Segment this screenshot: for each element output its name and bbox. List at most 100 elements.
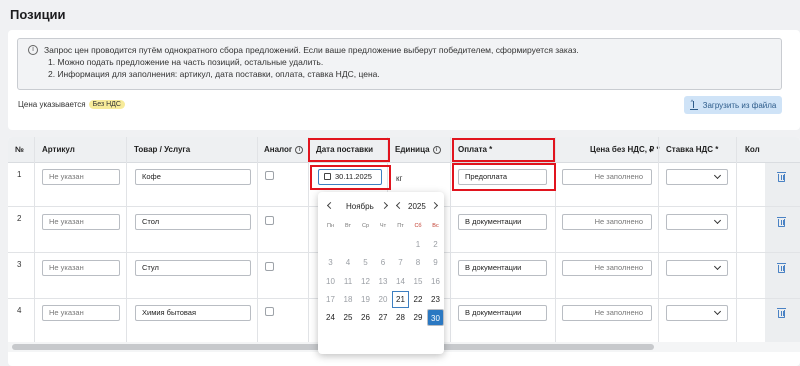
calendar-day[interactable]: 15: [410, 273, 427, 290]
weekday-label: Сб: [414, 223, 422, 229]
calendar-day[interactable]: 22: [410, 291, 427, 308]
col-qty: Кол: [745, 145, 760, 154]
weekday-label: Вс: [432, 223, 439, 229]
unit-info-icon[interactable]: i: [432, 145, 441, 154]
row-number: 2: [17, 214, 22, 223]
unit-value: кг: [396, 174, 403, 183]
highlight-delivery-date: [308, 138, 390, 162]
col-product: Товар / Услуга: [134, 145, 191, 154]
calendar-day[interactable]: 16: [427, 273, 444, 290]
highlight-date-input: [310, 165, 391, 190]
calendar-day[interactable]: 26: [357, 309, 374, 326]
chevron-down-icon: [713, 216, 722, 225]
vat-badge: Без НДС: [88, 100, 125, 109]
calendar-day[interactable]: 12: [357, 273, 374, 290]
calendar-day[interactable]: 23: [427, 291, 444, 308]
calendar-day[interactable]: 18: [340, 291, 357, 308]
product-input[interactable]: Стол: [135, 214, 251, 230]
date-picker-popup: Ноябрь 2025 Пн Вт Ср Чт Пт Сб Вс 1 2 3 4 5 6 7 8 9 10 11…: [318, 192, 444, 354]
article-input[interactable]: Не указан: [42, 169, 120, 185]
price-input[interactable]: Не заполнено: [562, 260, 652, 276]
vat-select[interactable]: [666, 305, 728, 321]
info-card: i Запрос цен проводится путём однократно…: [8, 30, 800, 130]
weekday-label: Чт: [379, 223, 387, 229]
calendar-day[interactable]: 7: [392, 254, 409, 271]
calendar-day[interactable]: 28: [392, 309, 409, 326]
calendar-day[interactable]: 9: [427, 254, 444, 271]
calendar-day[interactable]: 24: [322, 309, 339, 326]
price-input[interactable]: Не заполнено: [562, 214, 652, 230]
price-note: Цена указывается Без НДС: [18, 100, 125, 109]
calendar-day[interactable]: 27: [375, 309, 392, 326]
payment-input[interactable]: В документации: [458, 260, 547, 276]
price-note-label: Цена указывается: [18, 100, 86, 109]
row-number: 3: [17, 260, 22, 269]
upload-from-file-button[interactable]: ^ Загрузить из файла: [684, 96, 782, 114]
col-unit: Единица i: [395, 137, 441, 163]
analog-info-icon[interactable]: i: [295, 145, 304, 154]
weekday-label: Вт: [344, 223, 351, 229]
calendar-day[interactable]: 20: [375, 291, 392, 308]
analog-checkbox[interactable]: [265, 262, 274, 271]
delete-icon[interactable]: [777, 217, 786, 227]
row-number: 4: [17, 306, 22, 315]
calendar-day[interactable]: 11: [340, 273, 357, 290]
calendar-day[interactable]: 13: [375, 273, 392, 290]
calendar-day[interactable]: 14: [392, 273, 409, 290]
col-article: Артикул: [42, 145, 75, 154]
analog-checkbox[interactable]: [265, 307, 274, 316]
product-input[interactable]: Стул: [135, 260, 251, 276]
payment-input[interactable]: В документации: [458, 305, 547, 321]
prev-year-icon[interactable]: [395, 201, 404, 210]
delete-icon[interactable]: [777, 263, 786, 273]
weekday-label: Ср: [361, 223, 370, 229]
calendar-day[interactable]: 2: [427, 236, 444, 253]
notice-text: Запрос цен проводится путём однократного…: [44, 45, 579, 55]
prev-month-icon[interactable]: [326, 201, 335, 210]
article-input[interactable]: Не указан: [42, 305, 120, 321]
calendar-day[interactable]: 8: [410, 254, 427, 271]
calendar-day[interactable]: 6: [375, 254, 392, 271]
notice-item-1: 1. Можно подать предложение на часть поз…: [48, 57, 324, 67]
weekday-label: Пт: [397, 223, 404, 229]
chevron-down-icon: [713, 262, 722, 271]
calendar-day[interactable]: 1: [410, 236, 427, 253]
next-year-icon[interactable]: [430, 201, 439, 210]
payment-input[interactable]: В документации: [458, 214, 547, 230]
calendar-day[interactable]: 25: [340, 309, 357, 326]
article-input[interactable]: Не указан: [42, 260, 120, 276]
calendar-day[interactable]: 21: [392, 290, 409, 308]
info-icon: i: [28, 45, 38, 55]
price-input[interactable]: Не заполнено: [562, 305, 652, 321]
upload-button-label: Загрузить из файла: [702, 100, 777, 110]
vat-select[interactable]: [666, 260, 728, 276]
col-price: Цена без НДС, ₽ *: [590, 145, 660, 154]
highlight-payment: [452, 138, 555, 162]
next-month-icon[interactable]: [380, 201, 389, 210]
calendar-day[interactable]: 5: [357, 254, 374, 271]
price-input[interactable]: Не заполнено: [562, 169, 652, 185]
analog-checkbox[interactable]: [265, 216, 274, 225]
calendar-day[interactable]: 10: [322, 273, 339, 290]
calendar-day[interactable]: 3: [322, 254, 339, 271]
highlight-payment-input: [452, 163, 556, 191]
calendar-day[interactable]: 19: [357, 291, 374, 308]
col-analog: Аналог i: [264, 137, 304, 163]
calendar-day[interactable]: 29: [410, 309, 427, 326]
month-label[interactable]: Ноябрь: [346, 202, 374, 211]
year-label[interactable]: 2025: [408, 202, 426, 211]
product-input[interactable]: Химия бытовая: [135, 305, 251, 321]
calendar-day[interactable]: 17: [322, 291, 339, 308]
vat-select[interactable]: [666, 214, 728, 230]
delete-icon[interactable]: [777, 172, 786, 182]
delete-icon[interactable]: [777, 308, 786, 318]
chevron-down-icon: [713, 307, 722, 316]
analog-checkbox[interactable]: [265, 171, 274, 180]
calendar-day[interactable]: 4: [340, 254, 357, 271]
calendar-day[interactable]: 30: [427, 309, 444, 327]
col-vat: Ставка НДС *: [666, 145, 719, 154]
product-input[interactable]: Кофе: [135, 169, 251, 185]
vat-select[interactable]: [666, 169, 728, 185]
upload-icon: ^: [689, 100, 698, 110]
article-input[interactable]: Не указан: [42, 214, 120, 230]
